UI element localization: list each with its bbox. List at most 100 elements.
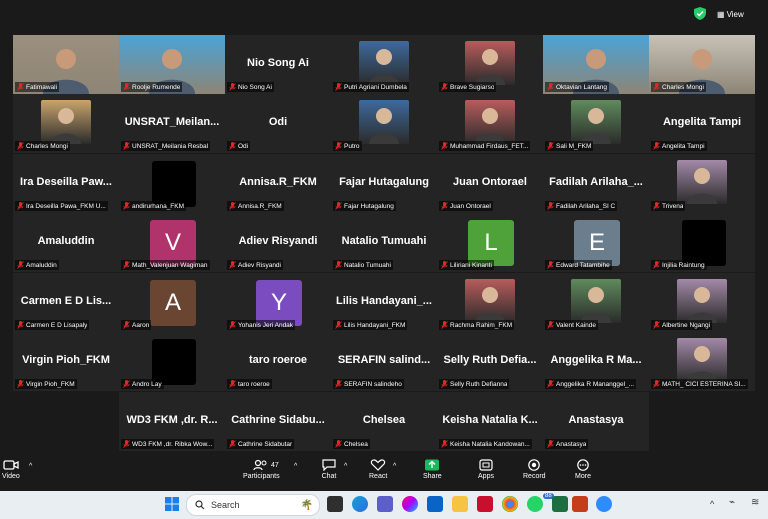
- participant-tile[interactable]: V Math_Valenjuan Wagiman: [119, 213, 225, 272]
- participant-tile[interactable]: taro roeroe taro roeroe: [225, 332, 331, 391]
- participant-tile[interactable]: Sali M_FKM: [543, 94, 649, 153]
- mic-muted-icon: [229, 83, 236, 91]
- participant-tile[interactable]: Trivena: [649, 154, 755, 213]
- participant-tile[interactable]: Muhammad Firdaus_FET...: [437, 94, 543, 153]
- participant-tile[interactable]: Natalio Tumuahi Natalio Tumuahi: [331, 213, 437, 272]
- participant-tile[interactable]: Fajar Hutagalung Fajar Hutagalung: [331, 154, 437, 213]
- participant-name-display: Juan Ontorael: [453, 176, 527, 188]
- participants-options-chevron-icon[interactable]: ^: [294, 463, 297, 470]
- participant-tile[interactable]: Amaluddin Amaluddin: [13, 213, 119, 272]
- participant-name-label: Edward Tatambihe: [545, 260, 612, 270]
- taskbar-search[interactable]: Search 🌴: [186, 494, 320, 516]
- participant-name-label: Yohanis Jeri Andak: [227, 320, 296, 330]
- participant-tile[interactable]: Putro: [331, 94, 437, 153]
- participant-tile[interactable]: Y Yohanis Jeri Andak: [225, 273, 331, 332]
- video-button[interactable]: Video: [2, 459, 20, 480]
- participant-tile[interactable]: Keisha Natalia K... Keisha Natalia Kandow…: [437, 392, 543, 451]
- participant-tile[interactable]: Fadilah Arilaha_... Fadilah Arilaha_SI C: [543, 154, 649, 213]
- react-options-chevron-icon[interactable]: ^: [393, 463, 396, 470]
- zoom-icon[interactable]: [596, 496, 612, 512]
- participant-tile[interactable]: Ira Deseilla Paw... Ira Deseilla Pawa_FKM…: [13, 154, 119, 213]
- more-button[interactable]: More: [575, 459, 591, 480]
- mic-muted-icon: [441, 440, 448, 448]
- participant-name-label: Cathrine Sidabutar: [227, 439, 295, 449]
- chat-button[interactable]: Chat: [321, 459, 337, 480]
- participant-tile[interactable]: Roolje Rumende: [119, 35, 225, 94]
- participant-tile[interactable]: Brave Sugiarso: [437, 35, 543, 94]
- participant-name-display: Fadilah Arilaha_...: [549, 176, 643, 188]
- participant-tile[interactable]: Nio Song Ai Nio Song Ai: [225, 35, 331, 94]
- participant-tile[interactable]: Valent Kainde: [543, 273, 649, 332]
- participant-name-display: Cathrine Sidabu...: [231, 414, 325, 426]
- participant-tile[interactable]: MATH_ CICI ESTERINA SI...: [649, 332, 755, 391]
- participant-name-label: andirurhana_FKM: [121, 201, 187, 211]
- teams-icon[interactable]: [377, 496, 393, 512]
- participant-tile[interactable]: Cathrine Sidabu... Cathrine Sidabutar: [225, 392, 331, 451]
- outlook-icon[interactable]: [427, 496, 443, 512]
- excel-icon[interactable]: [552, 496, 568, 512]
- participant-tile[interactable]: Fatimawali: [13, 35, 119, 94]
- share-button[interactable]: Share: [423, 459, 442, 480]
- participant-tile[interactable]: A Aaron: [119, 273, 225, 332]
- participants-icon: [253, 459, 267, 471]
- chevron-up-icon[interactable]: ^: [710, 499, 714, 509]
- participant-tile[interactable]: Chelsea Chelsea: [331, 392, 437, 451]
- participant-name-label: Aaron: [121, 320, 152, 330]
- mic-muted-icon: [653, 142, 660, 150]
- apps-button[interactable]: Apps: [478, 459, 494, 480]
- participant-name-label: Fadilah Arilaha_SI C: [545, 201, 618, 211]
- participant-tile[interactable]: Annisa.R_FKM Annisa.R_FKM: [225, 154, 331, 213]
- copilot-icon[interactable]: [402, 496, 418, 512]
- participant-profile-photo: [677, 279, 727, 323]
- participant-profile-photo: [465, 100, 515, 144]
- participant-tile[interactable]: Angelita Tampi Angelita Tampi: [649, 94, 755, 153]
- participant-tile[interactable]: WD3 FKM ,dr. R... WD3 FKM ,dr. Ribka Wow.…: [119, 392, 225, 451]
- participant-tile[interactable]: andirurhana_FKM: [119, 154, 225, 213]
- participant-tile[interactable]: SERAFIN salind... SERAFIN salindeho: [331, 332, 437, 391]
- mic-muted-icon: [123, 261, 130, 269]
- participant-tile[interactable]: E Edward Tatambihe: [543, 213, 649, 272]
- participant-tile[interactable]: Oktavian Lantang: [543, 35, 649, 94]
- view-button[interactable]: ▦ View: [717, 7, 757, 21]
- mic-muted-icon: [17, 83, 24, 91]
- chrome-icon[interactable]: [502, 496, 518, 512]
- mic-muted-icon: [17, 321, 24, 329]
- mic-muted-icon: [229, 202, 236, 210]
- edge-browser-icon[interactable]: [352, 496, 368, 512]
- participant-tile[interactable]: Putri Agriani Dumbela: [331, 35, 437, 94]
- task-view-icon[interactable]: [327, 496, 343, 512]
- video-options-chevron-icon[interactable]: ^: [29, 463, 32, 470]
- wifi-icon[interactable]: ≋: [751, 497, 759, 508]
- whatsapp-icon[interactable]: [527, 496, 543, 512]
- react-button[interactable]: React: [369, 459, 387, 480]
- windows-start-icon[interactable]: [165, 497, 179, 511]
- participant-tile[interactable]: Odi Odi: [225, 94, 331, 153]
- participant-tile[interactable]: L Liliriani Kinanti: [437, 213, 543, 272]
- participant-tile[interactable]: Juan Ontorael Juan Ontorael: [437, 154, 543, 213]
- participant-tile[interactable]: Injilia Raintung: [649, 213, 755, 272]
- participant-tile[interactable]: Carmen E D Lis... Carmen E D Lisapaly: [13, 273, 119, 332]
- participant-tile[interactable]: Charles Mongi: [13, 94, 119, 153]
- record-button[interactable]: Record: [523, 459, 546, 480]
- participant-name-label: Rachma Rahim_FKM: [439, 320, 515, 330]
- participant-tile[interactable]: Adiev Risyandi Adiev Risyandi: [225, 213, 331, 272]
- participant-tile[interactable]: Charles Mongi: [649, 35, 755, 94]
- participant-tile[interactable]: Rachma Rahim_FKM: [437, 273, 543, 332]
- mcafee-icon[interactable]: [477, 496, 493, 512]
- network-icon[interactable]: ⌁: [729, 497, 735, 508]
- participant-tile[interactable]: Anastasya Anastasya: [543, 392, 649, 451]
- participant-tile[interactable]: Andro Lay: [119, 332, 225, 391]
- participant-tile[interactable]: Lilis Handayani_... Lilis Handayani_FKM: [331, 273, 437, 332]
- participant-tile[interactable]: Selly Ruth Defia... Selly Ruth Defianna: [437, 332, 543, 391]
- participant-tile[interactable]: UNSRAT_Meilan... UNSRAT_Meilania Resbal: [119, 94, 225, 153]
- participant-name-label: Charles Mongi: [15, 141, 70, 151]
- chat-options-chevron-icon[interactable]: ^: [344, 463, 347, 470]
- participant-name-display: Anastasya: [568, 414, 624, 426]
- participant-name-display: Nio Song Ai: [247, 57, 309, 69]
- mic-muted-icon: [335, 380, 342, 388]
- participant-tile[interactable]: Albertine Ngangi: [649, 273, 755, 332]
- powerpoint-icon[interactable]: [572, 496, 588, 512]
- participant-tile[interactable]: Anggelika R Ma... Anggelika R Mananggel_.…: [543, 332, 649, 391]
- participant-tile[interactable]: Virgin Pioh_FKM Virgin Pioh_FKM: [13, 332, 119, 391]
- file-explorer-icon[interactable]: [452, 496, 468, 512]
